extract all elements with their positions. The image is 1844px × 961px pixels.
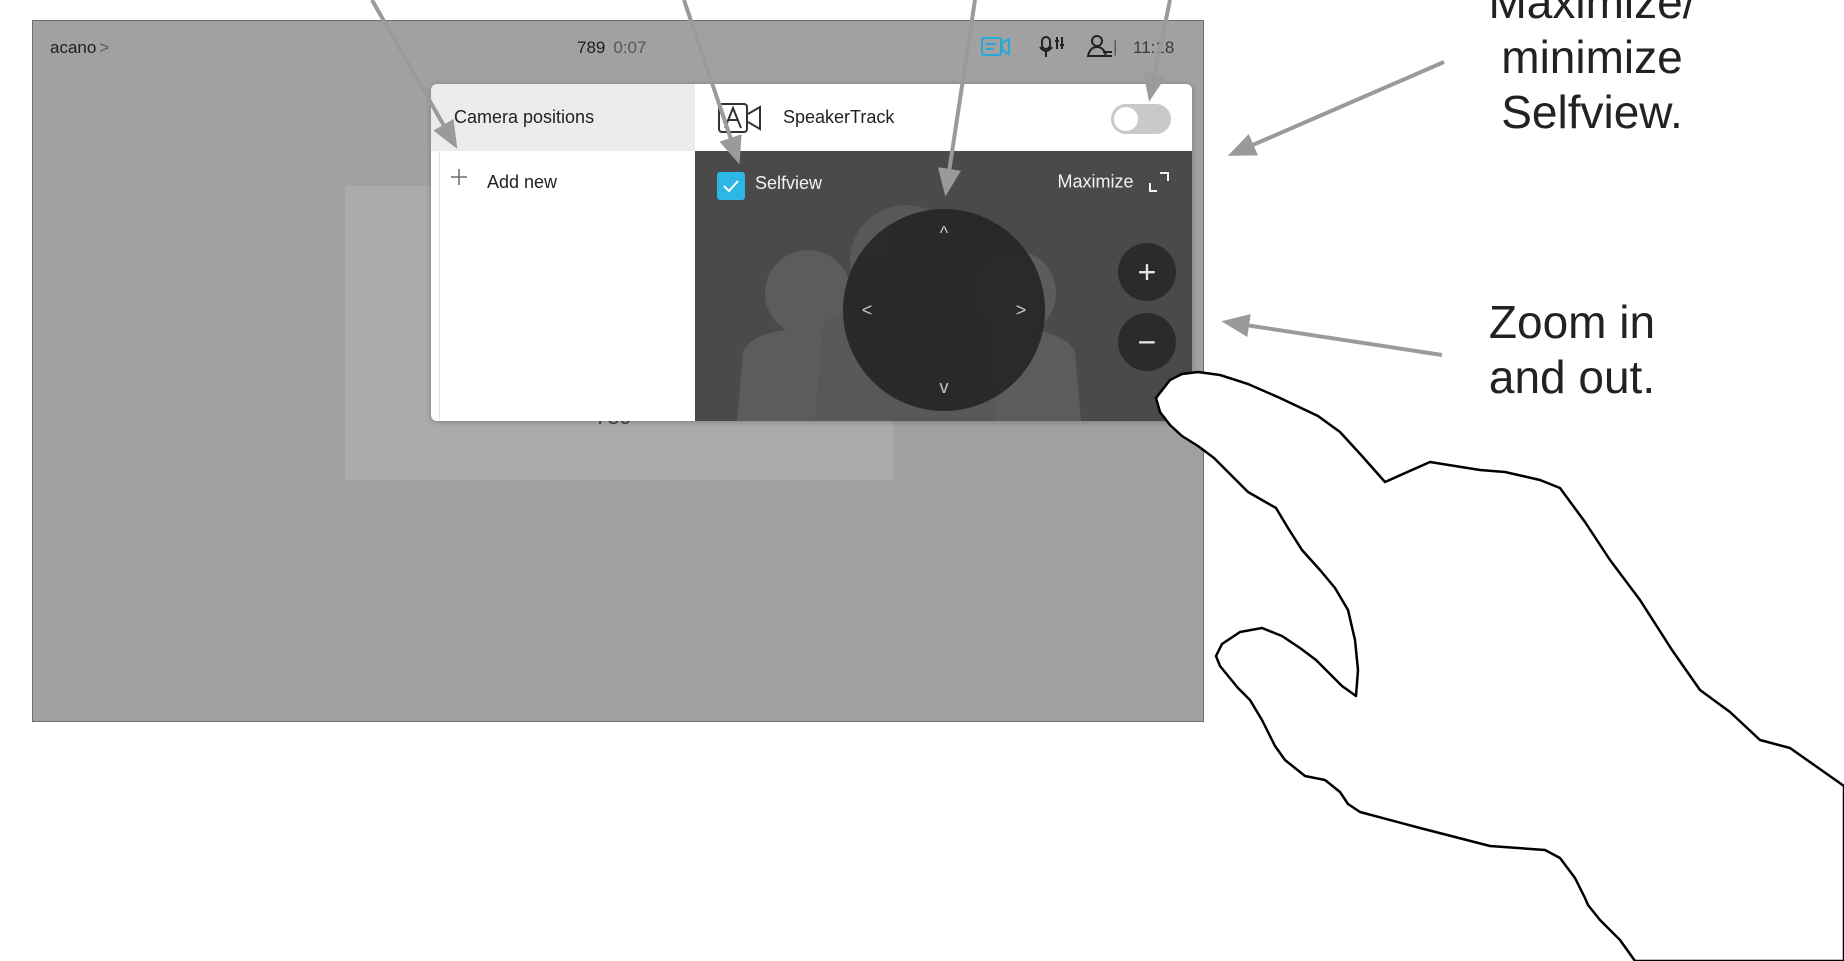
pointing-hand-illustration bbox=[1154, 370, 1844, 961]
arrow-to-selfview bbox=[682, 0, 742, 165]
arrow-to-direction-pad bbox=[937, 0, 977, 197]
arrow-to-maximize bbox=[1227, 60, 1445, 156]
annotation-overlay bbox=[370, 0, 1844, 961]
arrow-to-zoom bbox=[1221, 313, 1443, 357]
arrow-to-speakertrack-toggle bbox=[1143, 0, 1172, 102]
arrow-to-add-new bbox=[370, 0, 458, 150]
callout-arrows bbox=[370, 0, 1445, 357]
